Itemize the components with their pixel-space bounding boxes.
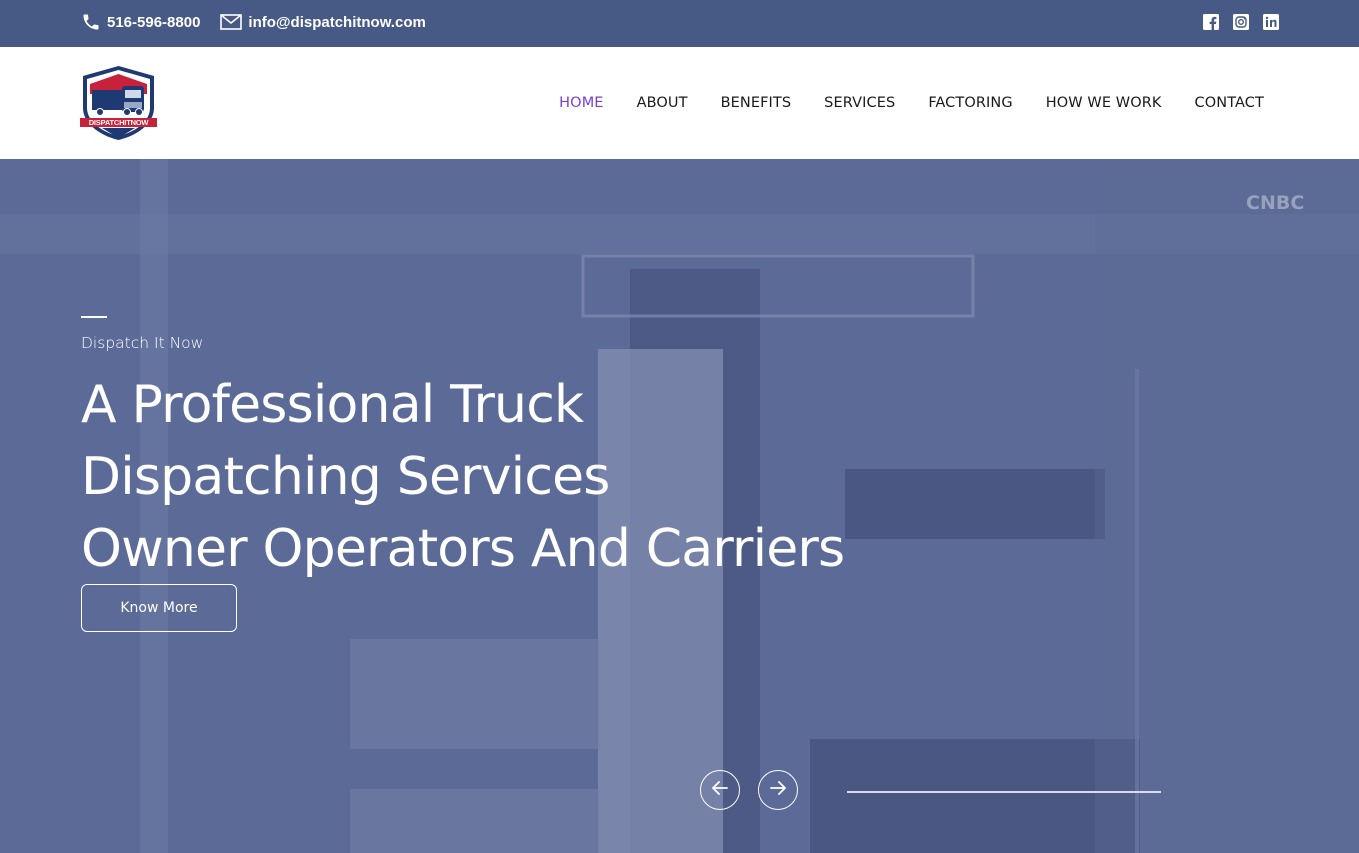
email-address: info@dispatchitnow.com [248,13,426,31]
arrow-left-icon [712,780,728,800]
hero-slider: CNBC Dispatch It Now A Professional Truc… [0,159,1359,853]
top-bar: 516-596-8800 info@dispatchitnow.com [0,0,1359,47]
nav-about[interactable]: ABOUT [637,95,688,111]
hero-subtitle: Dispatch It Now [81,334,204,352]
slider-next-button[interactable] [758,770,798,810]
phone-icon [81,12,101,32]
facebook-icon[interactable] [1203,14,1219,30]
nav-how-we-work[interactable]: HOW WE WORK [1046,95,1162,111]
instagram-icon[interactable] [1233,14,1249,30]
hero-title-line: Owner Operators And Carriers [81,519,845,579]
know-more-button[interactable]: Know More [81,584,237,632]
nav-home[interactable]: HOME [559,95,603,111]
hero-accent-line [81,316,107,318]
nav-benefits[interactable]: BENEFITS [721,95,792,111]
contact-info: 516-596-8800 info@dispatchitnow.com [81,0,426,44]
site-header: DISPATCHITNOW HOME ABOUT BENEFITS SERVIC… [0,47,1359,159]
slider-progress-bar [847,791,1161,793]
arrow-right-icon [770,780,786,800]
phone-number: 516-596-8800 [107,13,201,31]
main-nav: HOME ABOUT BENEFITS SERVICES FACTORING H… [559,47,1264,159]
slider-prev-button[interactable] [700,770,740,810]
logo[interactable]: DISPATCHITNOW [80,64,157,142]
nav-factoring[interactable]: FACTORING [928,95,1012,111]
watermark-text: CNBC [1246,192,1305,214]
logo-text: DISPATCHITNOW [88,118,149,127]
nav-services[interactable]: SERVICES [824,95,895,111]
hero-title-line: A Professional Truck [81,375,584,435]
phone-link[interactable]: 516-596-8800 [81,12,200,32]
linkedin-icon[interactable] [1263,14,1279,30]
social-links [1203,14,1279,30]
envelope-icon [220,14,243,30]
nav-contact[interactable]: CONTACT [1195,95,1264,111]
hero-title: A Professional Truck Dispatching Service… [81,369,845,585]
hero-title-line: Dispatching Services [81,447,610,507]
email-link[interactable]: info@dispatchitnow.com [220,13,426,31]
